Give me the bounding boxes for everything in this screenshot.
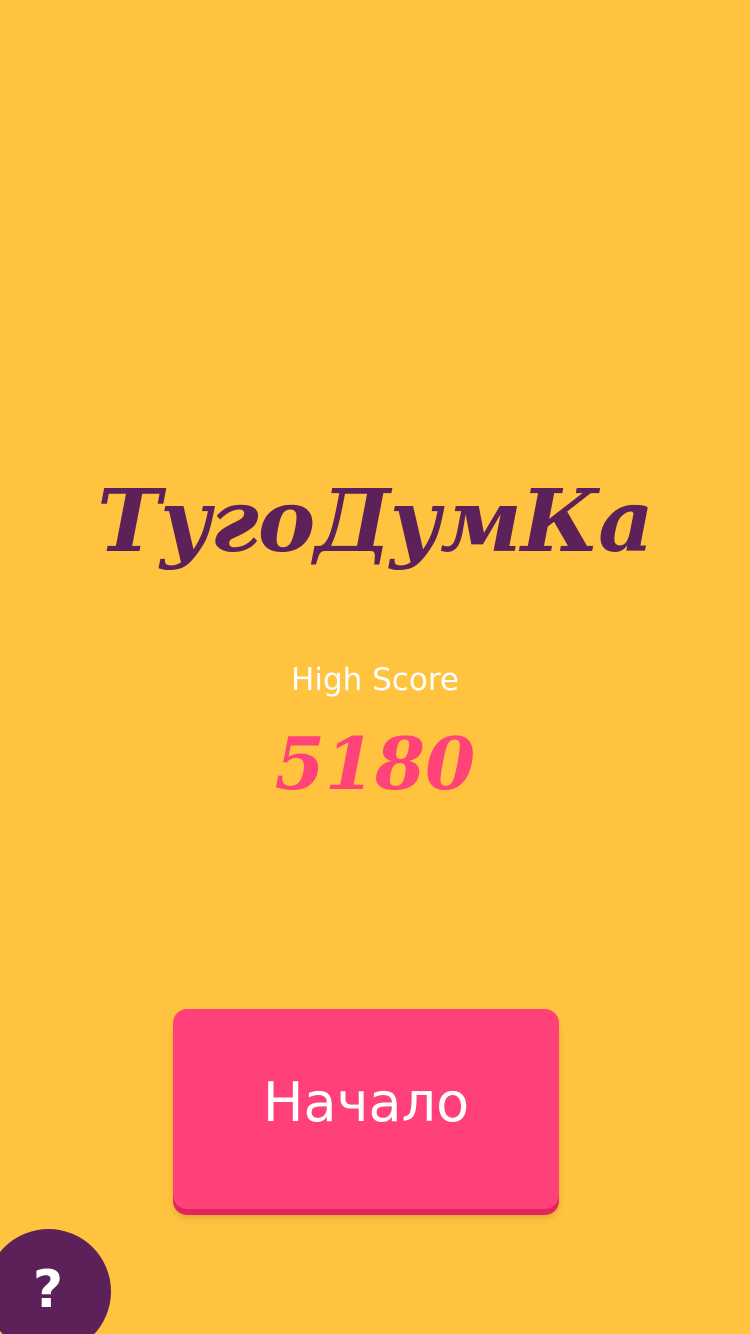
high-score-label: High Score: [291, 662, 459, 698]
start-screen: ТугоДумКа High Score 5180 Начало ?: [0, 0, 750, 1334]
start-button-label: Начало: [262, 1071, 470, 1134]
game-title: ТугоДумКа: [97, 471, 654, 572]
question-mark-icon: ?: [32, 1260, 64, 1320]
help-button[interactable]: ?: [0, 1229, 111, 1334]
high-score-value: 5180: [274, 721, 476, 806]
start-button[interactable]: Начало: [173, 1009, 559, 1209]
